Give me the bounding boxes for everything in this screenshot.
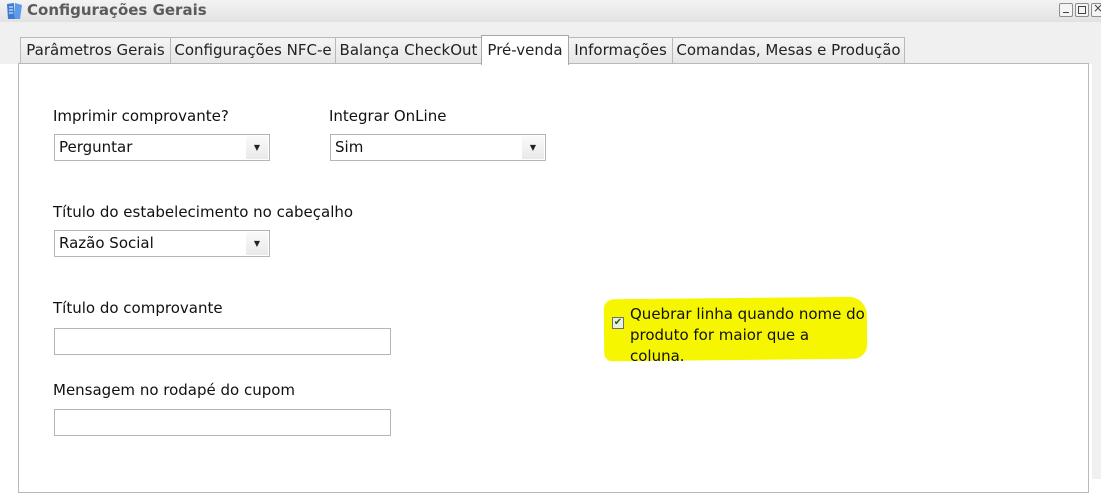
chevron-down-icon[interactable]: ▼	[522, 136, 544, 159]
chevron-down-icon[interactable]: ▼	[246, 136, 268, 159]
tab-pre-venda[interactable]: Pré-venda	[481, 35, 569, 65]
quebrar-linha-checkbox[interactable]: ✔	[612, 317, 624, 329]
integrar-online-value: Sim	[335, 138, 364, 156]
minimize-button[interactable]	[1059, 3, 1073, 17]
chevron-down-icon[interactable]: ▼	[246, 232, 268, 255]
titulo-estabelecimento-label: Título do estabelecimento no cabeçalho	[53, 203, 354, 221]
titulo-comprovante-input[interactable]	[54, 328, 391, 355]
mensagem-rodape-label: Mensagem no rodapé do cupom	[53, 381, 296, 399]
mensagem-rodape-input[interactable]	[54, 409, 391, 436]
tab-comandas-mesas-producao[interactable]: Comandas, Mesas e Produção	[672, 37, 905, 63]
tab-informacoes[interactable]: Informações	[568, 37, 673, 63]
maximize-button[interactable]	[1075, 3, 1089, 17]
title-bar[interactable]: Configurações Gerais	[0, 0, 1101, 23]
integrar-online-label: Integrar OnLine	[329, 107, 447, 125]
titulo-estabelecimento-select[interactable]: Razão Social ▼	[54, 230, 270, 257]
quebrar-linha-label[interactable]: Quebrar linha quando nome do produto for…	[630, 304, 866, 367]
tab-balanca-checkout[interactable]: Balança CheckOut	[335, 37, 482, 63]
close-button[interactable]	[1091, 1, 1101, 17]
tab-parametros-gerais[interactable]: Parâmetros Gerais	[20, 37, 171, 63]
imprimir-comprovante-value: Perguntar	[59, 138, 133, 156]
imprimir-comprovante-label: Imprimir comprovante?	[53, 107, 229, 125]
imprimir-comprovante-select[interactable]: Perguntar ▼	[54, 134, 270, 161]
window-edge	[1092, 22, 1101, 479]
tab-configuracoes-nfce[interactable]: Configurações NFC-e	[170, 37, 336, 63]
checkmark-icon: ✔	[613, 317, 623, 328]
integrar-online-select[interactable]: Sim ▼	[330, 134, 546, 161]
titulo-comprovante-label: Título do comprovante	[53, 299, 223, 317]
app-logo-icon	[7, 3, 22, 19]
window-title: Configurações Gerais	[27, 1, 207, 19]
titulo-estabelecimento-value: Razão Social	[59, 234, 154, 252]
